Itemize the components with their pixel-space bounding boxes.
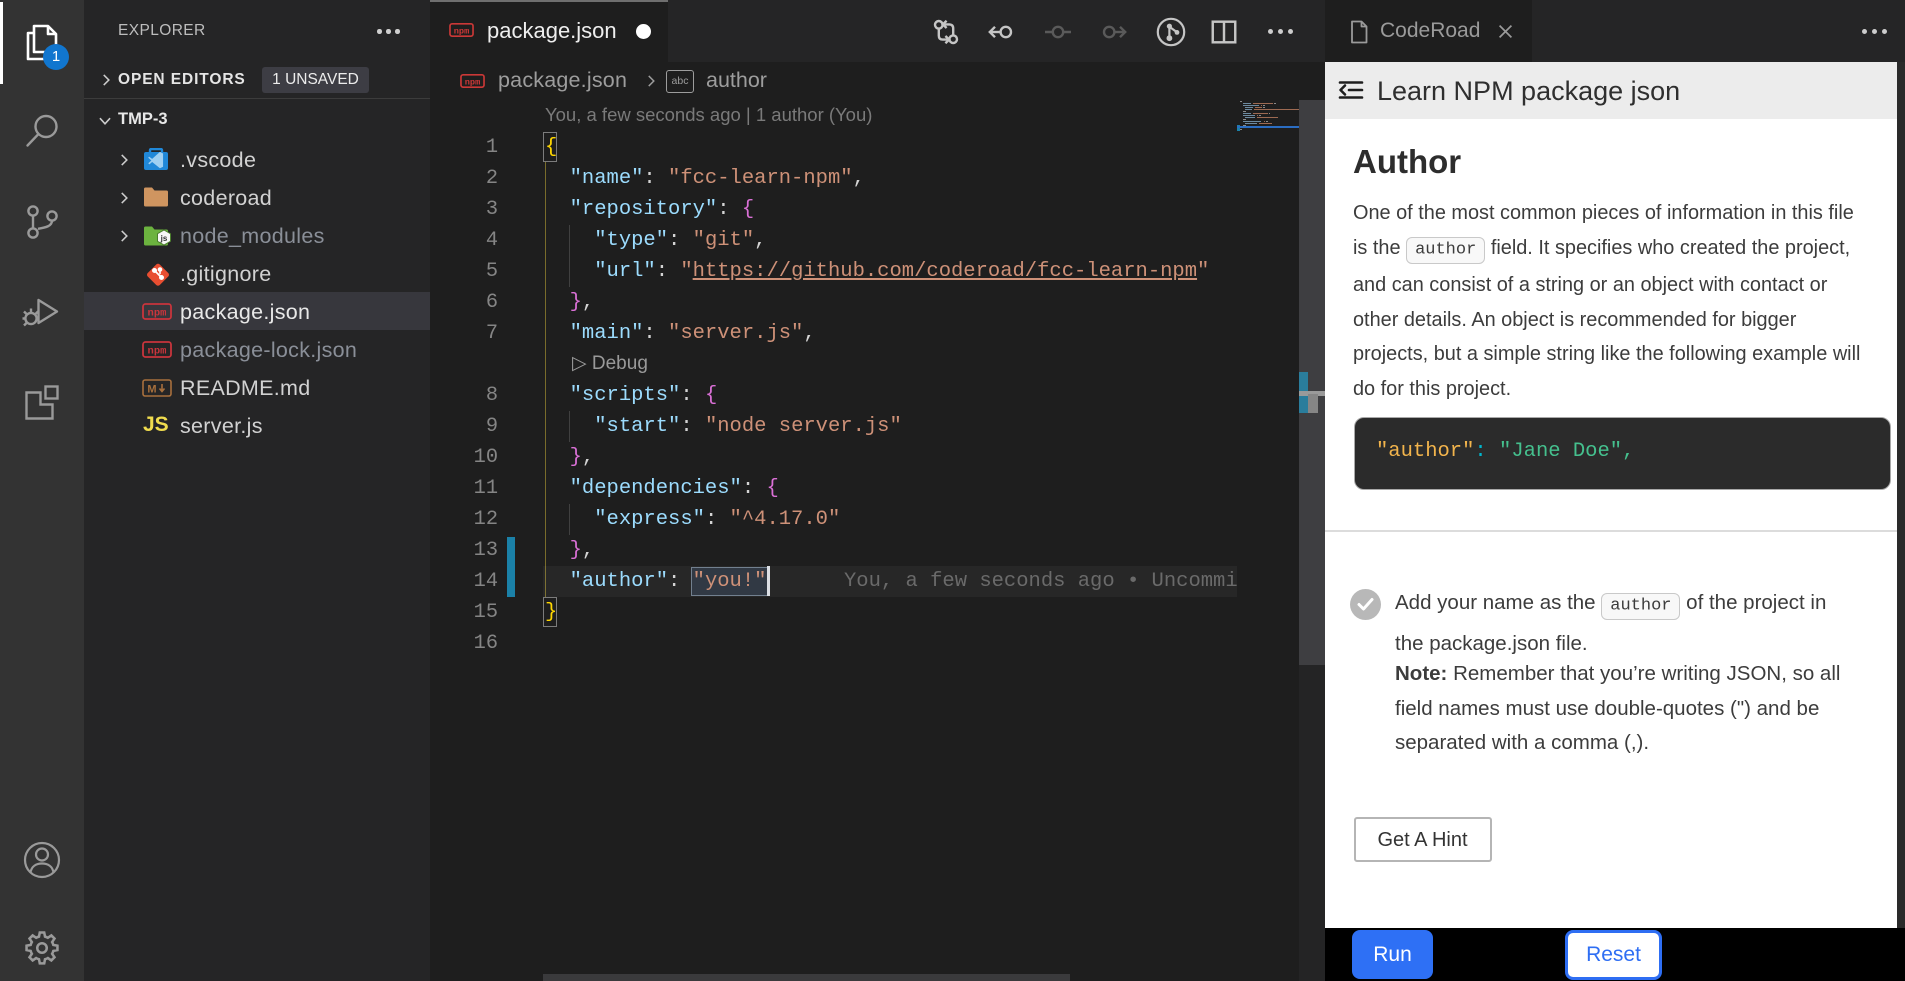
svg-text:npm: npm (148, 346, 167, 358)
svg-text:M: M (147, 384, 156, 396)
svg-text:npm: npm (454, 26, 470, 36)
svg-text:js: js (160, 234, 168, 243)
svg-text:npm: npm (148, 308, 167, 320)
svg-text:npm: npm (465, 77, 481, 87)
